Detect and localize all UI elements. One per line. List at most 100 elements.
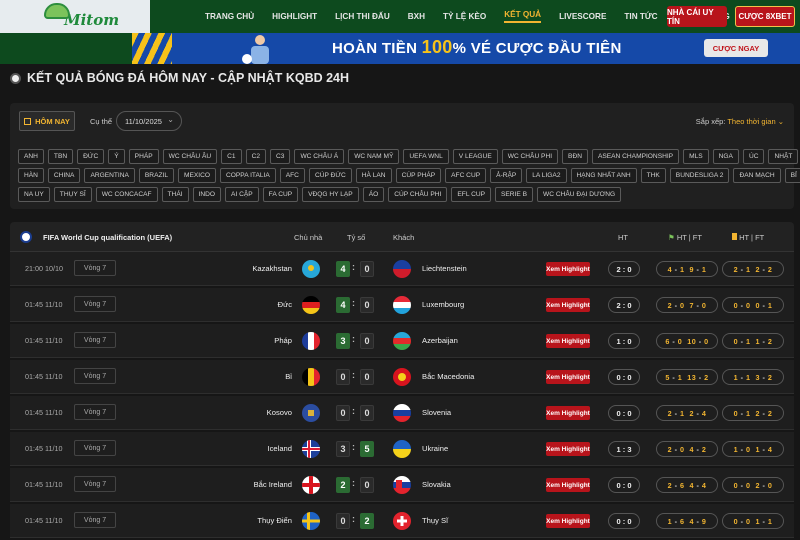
halftime-score: 0 : 0 (608, 477, 640, 493)
league-tag[interactable]: C1 (221, 149, 242, 164)
league-tag[interactable]: SERIE B (495, 187, 534, 202)
highlight-button[interactable]: Xem Highlight (546, 406, 590, 420)
away-team[interactable]: Slovenia (422, 408, 451, 417)
match-row[interactable]: 01:45 11/10 Vòng 7 Đức 4 : 0 Luxembourg … (10, 288, 794, 322)
league-tag[interactable]: AFC (279, 168, 305, 183)
today-button[interactable]: HÔM NAY (19, 111, 75, 131)
away-team[interactable]: Azerbaijan (422, 336, 458, 345)
sort-control[interactable]: Sắp xếp: Theo thời gian ⌄ (696, 117, 784, 126)
league-tag[interactable]: BỈ (784, 168, 800, 183)
league-tag[interactable]: C2 (245, 149, 267, 164)
league-tag[interactable]: WC CHÂU ÂU (162, 149, 218, 164)
league-tag[interactable]: ANH (18, 149, 44, 164)
league-tag[interactable]: C3 (270, 149, 291, 164)
home-team[interactable]: Kazakhstan (252, 264, 292, 273)
league-tag[interactable]: PHÁP (128, 149, 159, 164)
away-team[interactable]: Ukraine (422, 444, 448, 453)
league-tag[interactable]: EFL CUP (451, 187, 492, 202)
promo-banner[interactable]: HOÀN TIỀN 100% VÉ CƯỢC ĐẦU TIÊN CƯỢC NGA… (132, 33, 800, 64)
league-tag[interactable]: BRAZIL (138, 168, 174, 183)
trusted-bookmaker-button[interactable]: NHÀ CÁI UY TÍN (667, 6, 727, 27)
home-team[interactable]: Bắc Ireland (254, 480, 292, 489)
league-tag[interactable]: THK (640, 168, 666, 183)
league-tag[interactable]: BUNDESLIGA 2 (669, 168, 730, 183)
match-row[interactable]: 01:45 11/10 Vòng 7 Pháp 3 : 0 Azerbaijan… (10, 324, 794, 358)
league-tag[interactable]: WC NAM MỸ (348, 149, 400, 164)
league-tag[interactable]: ASEAN CHAMPIONSHIP (591, 149, 680, 164)
highlight-button[interactable]: Xem Highlight (546, 370, 590, 384)
nav-item[interactable]: KẾT QUẢ (504, 10, 542, 23)
away-team[interactable]: Bắc Macedonia (422, 372, 474, 381)
home-team[interactable]: Đức (278, 300, 292, 309)
date-picker[interactable]: 11/10/2025 ⌄ (116, 111, 182, 131)
league-tag[interactable]: HÀ LAN (355, 168, 392, 183)
league-tag[interactable]: TBN (47, 149, 74, 164)
league-tag[interactable]: WC CHÂU Á (294, 149, 345, 164)
league-tag[interactable]: Ả-RẬP (490, 168, 523, 183)
nav-item[interactable]: TIN TỨC (624, 12, 657, 21)
match-row[interactable]: 01:45 11/10 Vòng 7 Bỉ 0 : 0 Bắc Macedoni… (10, 360, 794, 394)
highlight-button[interactable]: Xem Highlight (546, 478, 590, 492)
league-tag[interactable]: MLS (683, 149, 709, 164)
home-team[interactable]: Bỉ (285, 372, 292, 381)
league-tag[interactable]: ÁO (362, 187, 385, 202)
away-team[interactable]: Slovakia (422, 480, 451, 489)
nav-item[interactable]: TRANG CHỦ (205, 12, 254, 21)
league-tag[interactable]: WC CONCACAF (95, 187, 158, 202)
away-team[interactable]: Luxembourg (422, 300, 464, 309)
nav-item[interactable]: HIGHLIGHT (272, 12, 317, 21)
nav-item[interactable]: LỊCH THI ĐẤU (335, 12, 390, 21)
league-tag[interactable]: NA UY (18, 187, 50, 202)
home-team[interactable]: Pháp (274, 336, 292, 345)
nav-item[interactable]: BXH (408, 12, 425, 21)
league-tag[interactable]: LA LIGA2 (526, 168, 567, 183)
nav-item[interactable]: TỶ LỆ KÈO (443, 12, 486, 21)
league-tag[interactable]: AFC CUP (445, 168, 487, 183)
league-tag[interactable]: INDO (192, 187, 222, 202)
highlight-button[interactable]: Xem Highlight (546, 334, 590, 348)
league-tag[interactable]: ÚC (742, 149, 765, 164)
league-tag[interactable]: COPPA ITALIA (220, 168, 276, 183)
match-row[interactable]: 01:45 11/10 Vòng 7 Iceland 3 : 5 Ukraine… (10, 432, 794, 466)
highlight-button[interactable]: Xem Highlight (546, 262, 590, 276)
league-tag[interactable]: NHẬT (768, 149, 799, 164)
away-team[interactable]: Thụy Sĩ (422, 516, 448, 525)
league-tag[interactable]: UEFA WNL (403, 149, 449, 164)
league-tag[interactable]: V LEAGUE (452, 149, 498, 164)
league-tag[interactable]: FA CUP (262, 187, 299, 202)
nav-item[interactable]: LIVESCORE (559, 12, 606, 21)
league-tag[interactable]: AI CẬP (225, 187, 259, 202)
away-team[interactable]: Liechtenstein (422, 264, 467, 273)
match-row[interactable]: 01:45 11/10 Vòng 7 Thụy Điển 0 : 2 Thụy … (10, 504, 794, 538)
league-tag[interactable]: Ý (108, 149, 125, 164)
league-tag[interactable]: ARGENTINA (84, 168, 135, 183)
league-tag[interactable]: WC CHÂU PHI (501, 149, 559, 164)
league-tag[interactable]: VĐQG HY LẠP (302, 187, 359, 202)
home-team[interactable]: Kosovo (267, 408, 292, 417)
league-tag[interactable]: CHINA (47, 168, 81, 183)
league-tag[interactable]: THỤY SĨ (53, 187, 92, 202)
site-logo[interactable]: Mitom (0, 0, 150, 33)
league-tag[interactable]: BĐN (562, 149, 588, 164)
highlight-button[interactable]: Xem Highlight (546, 298, 590, 312)
league-tag[interactable]: CÚP PHÁP (395, 168, 442, 183)
highlight-button[interactable]: Xem Highlight (546, 442, 590, 456)
match-row[interactable]: 01:45 11/10 Vòng 7 Kosovo 0 : 0 Slovenia… (10, 396, 794, 430)
match-row[interactable]: 21:00 10/10 Vòng 7 Kazakhstan 4 : 0 Liec… (10, 252, 794, 286)
match-row[interactable]: 01:45 11/10 Vòng 7 Bắc Ireland 2 : 0 Slo… (10, 468, 794, 502)
highlight-button[interactable]: Xem Highlight (546, 514, 590, 528)
bet-now-button[interactable]: CƯỢC NGAY (704, 39, 768, 57)
league-tag[interactable]: HÀN (18, 168, 44, 183)
league-tag[interactable]: MEXICO (178, 168, 217, 183)
bet-8xbet-button[interactable]: CƯỢC 8XBET (735, 6, 795, 27)
home-team[interactable]: Iceland (268, 444, 293, 453)
league-tag[interactable]: WC CHÂU ĐẠI DƯƠNG (537, 187, 622, 202)
home-team[interactable]: Thụy Điển (257, 516, 292, 525)
league-tag[interactable]: HẠNG NHẤT ANH (570, 168, 637, 183)
league-tag[interactable]: NGA (712, 149, 739, 164)
league-tag[interactable]: CÚP ĐỨC (308, 168, 352, 183)
league-tag[interactable]: ĐỨC (77, 149, 105, 164)
league-tag[interactable]: THÁI (161, 187, 189, 202)
league-tag[interactable]: CÚP CHÂU PHI (388, 187, 448, 202)
league-tag[interactable]: ĐAN MẠCH (733, 168, 781, 183)
